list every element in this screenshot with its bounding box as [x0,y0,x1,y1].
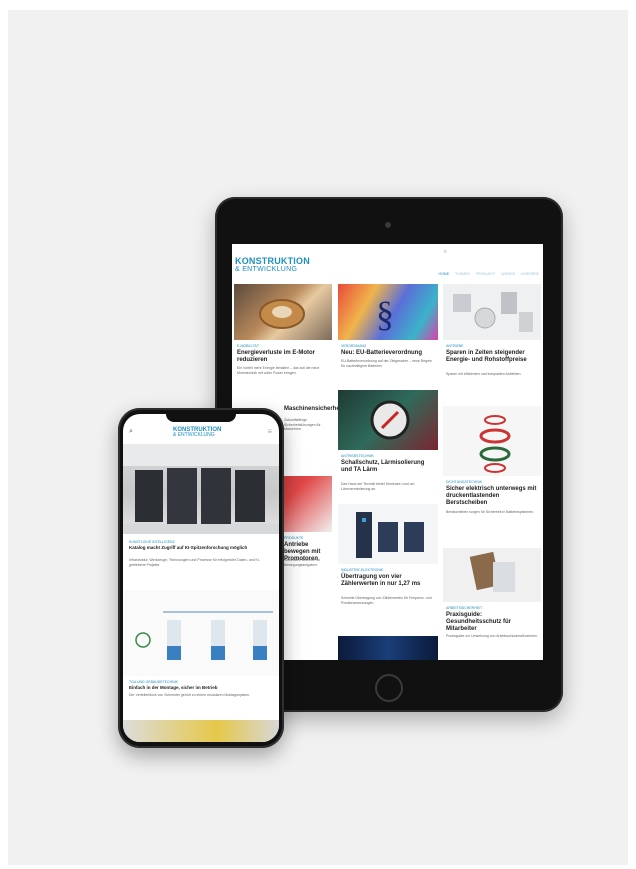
home-button[interactable] [375,674,403,702]
svg-text:§: § [376,294,394,334]
article-card[interactable]: E-MOBILITÄT Energieverluste im E-Motor r… [234,284,332,394]
article-image [123,720,279,742]
article-card[interactable]: INDUSTRIE-ELEKTRONIK Übertragung von vie… [338,504,438,630]
site-logo[interactable]: KONSTRUKTION & ENTWICKLUNG [173,427,221,438]
search-icon[interactable]: ⌕ [444,249,447,256]
nav-item-home[interactable]: HOME [439,272,450,276]
hero-image [123,444,279,534]
article-image [338,504,438,564]
article-card[interactable]: § VERORDNUNG Neu: EU-Batterieverordnung … [338,284,438,384]
phone-notch [166,414,236,422]
nav-item-produkte[interactable]: PRODUKTE [476,272,495,276]
article-card[interactable]: DICHTUNGSTECHNIK Sicher elektrisch unter… [443,406,541,542]
nav-item-themen[interactable]: THEMEN [455,272,470,276]
article-image [338,390,438,450]
mobile-header: ⌕ KONSTRUKTION & ENTWICKLUNG ≡ [123,422,279,442]
article-image: § [338,284,438,340]
phone-device: ⌕ KONSTRUKTION & ENTWICKLUNG ≡ KÜNSTLICH… [118,408,284,748]
article-image [443,284,541,340]
article-image [443,406,541,476]
phone-screen: ⌕ KONSTRUKTION & ENTWICKLUNG ≡ KÜNSTLICH… [123,414,279,742]
article-card[interactable]: ARBEITSSICHERHEIT Praxisguide: Gesundhei… [443,548,541,660]
diagram-image [123,590,279,676]
article-card[interactable] [338,636,438,660]
search-icon[interactable]: ⌕ [129,428,133,436]
article-image [443,548,541,602]
site-logo[interactable]: KONSTRUKTION & ENTWICKLUNG [235,257,310,274]
main-nav: HOME THEMEN PRODUKTE WISSEN KARRIERE [439,272,539,276]
article-card[interactable]: ANTRIEBSTECHNIK Schallschutz, Lärmisolie… [338,390,438,498]
menu-icon[interactable]: ≡ [267,427,272,436]
site-header: KONSTRUKTION & ENTWICKLUNG ⌕ HOME THEMEN… [232,244,543,280]
article-image [234,284,332,340]
nav-item-wissen[interactable]: WISSEN [501,272,515,276]
article-card[interactable]: ANTRIEBE Sparen in Zeiten steigender Ene… [443,284,541,400]
nav-item-karriere[interactable]: KARRIERE [521,272,539,276]
camera-icon [385,222,391,228]
